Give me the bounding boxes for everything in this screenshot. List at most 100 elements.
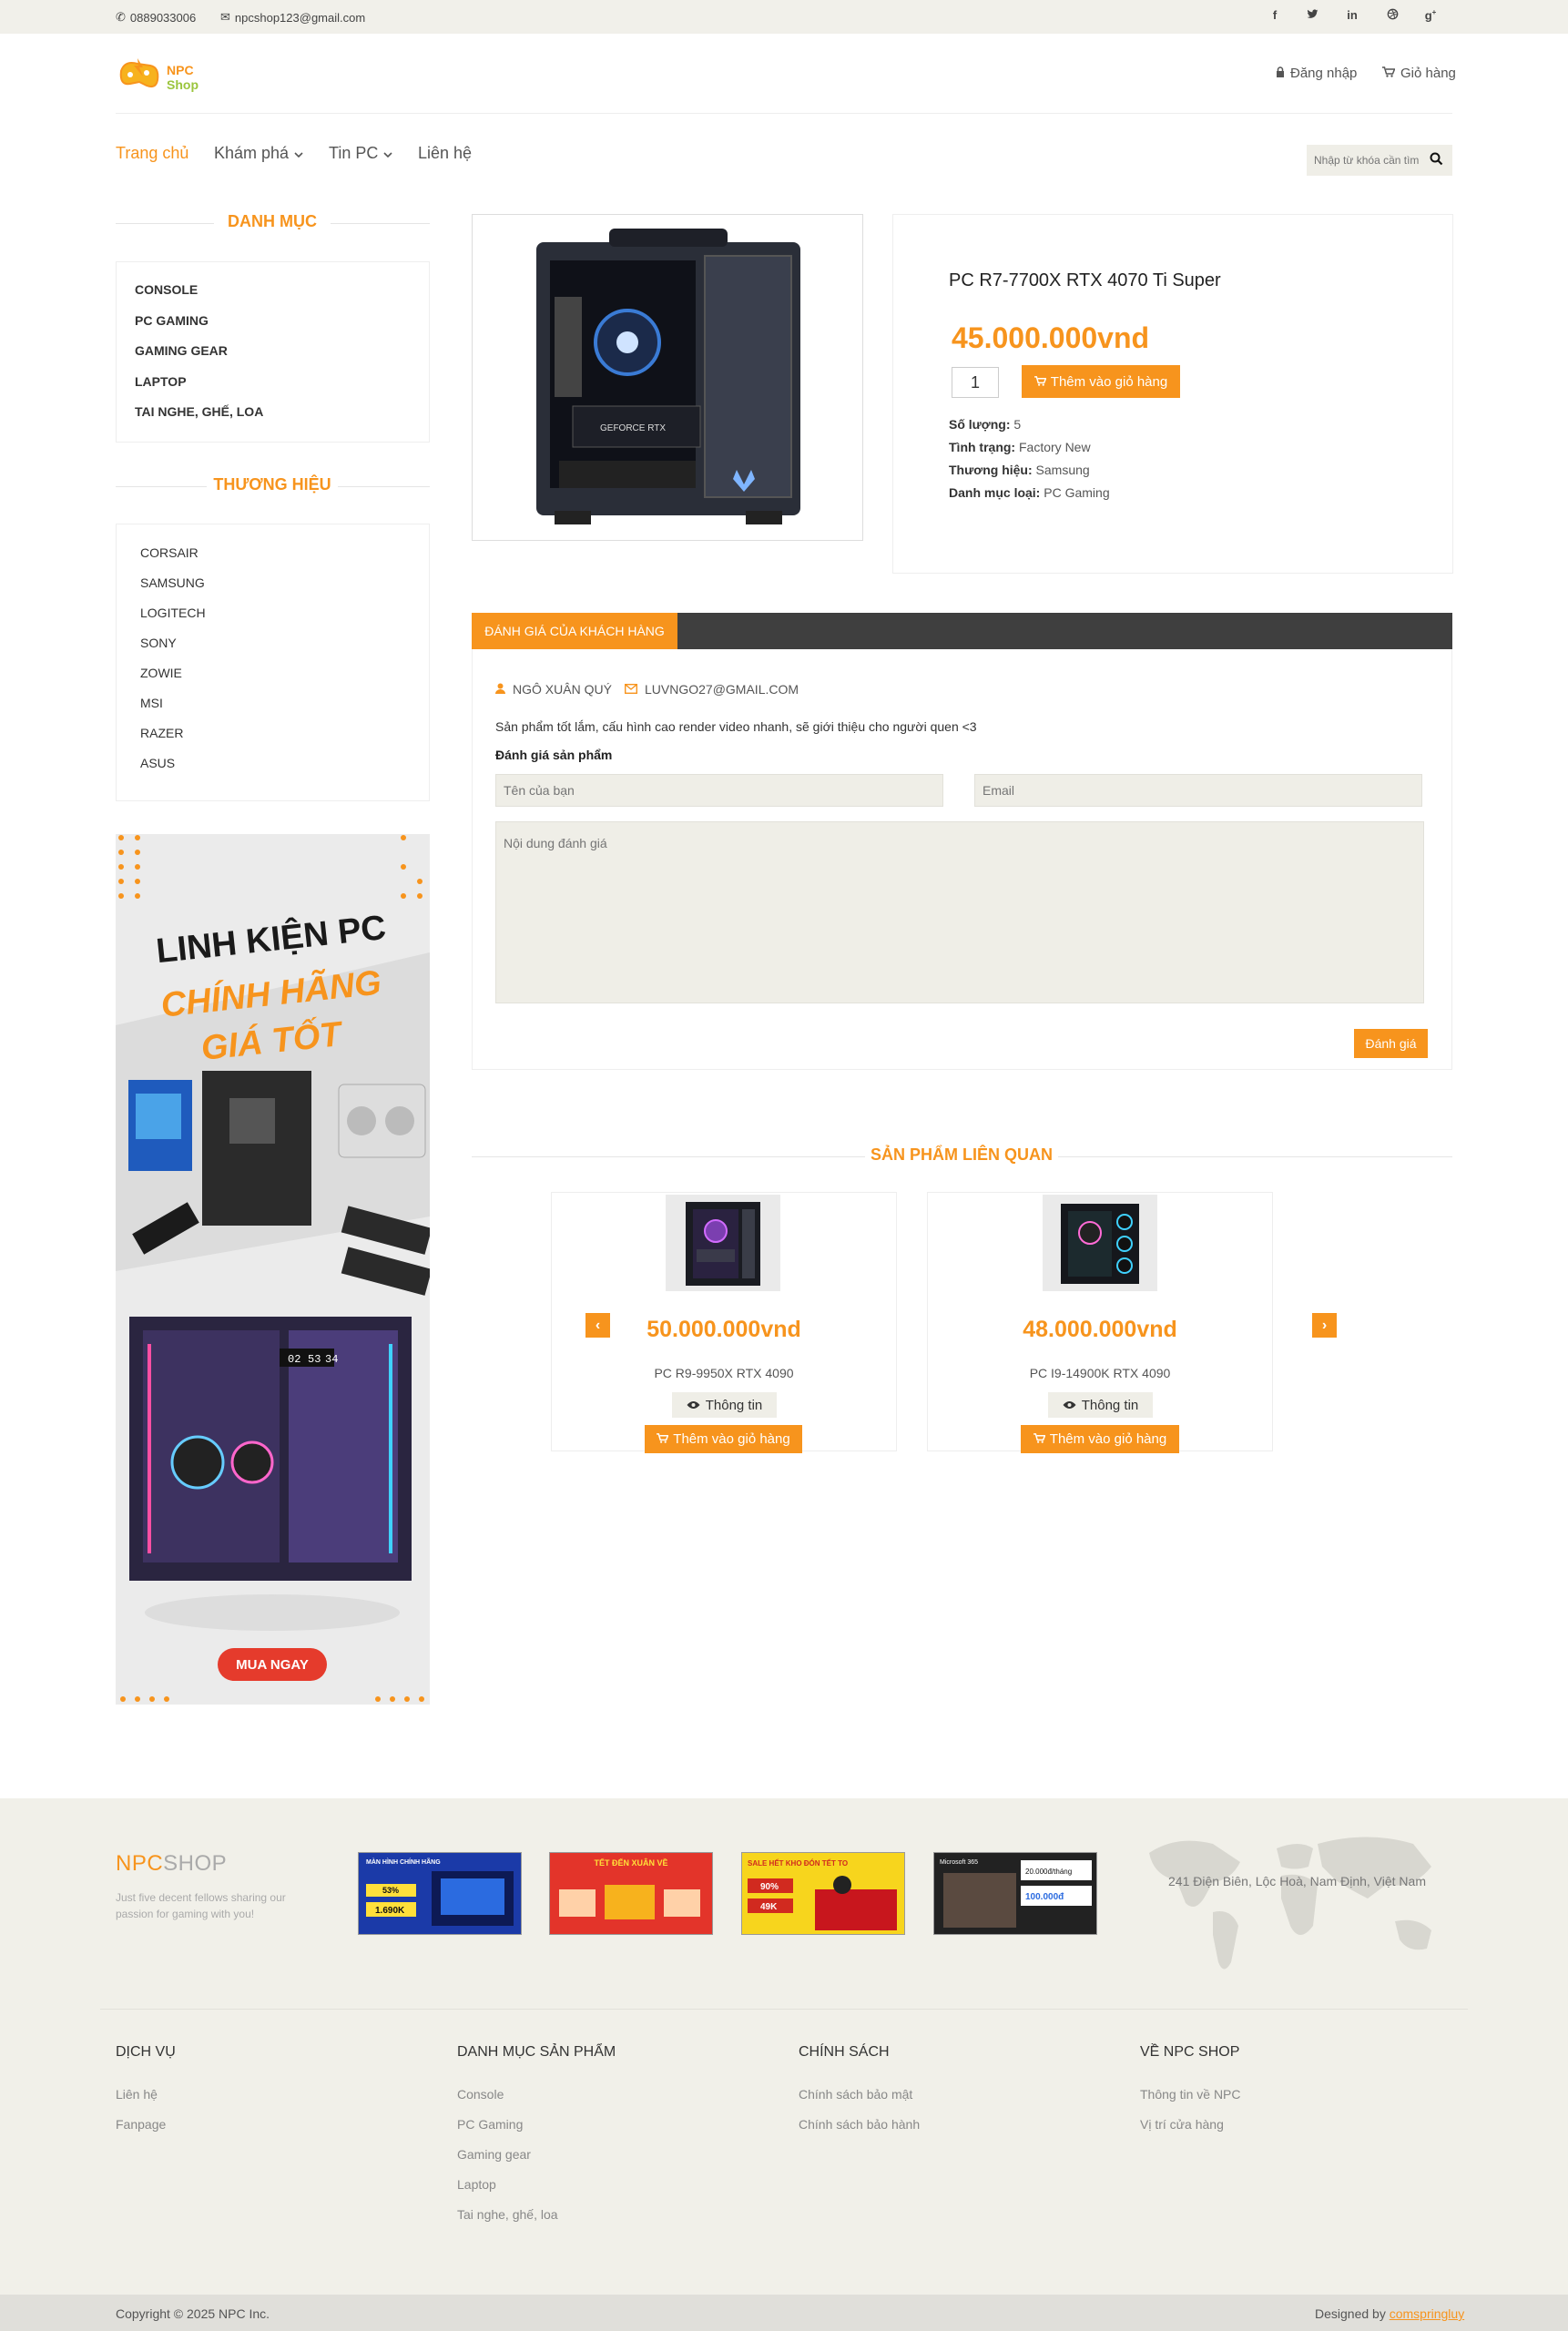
nav-home[interactable]: Trang chủ — [116, 144, 188, 163]
product-info-button[interactable]: Thông tin — [1048, 1392, 1153, 1418]
footer-link-privacy-policy[interactable]: Chính sách bảo mật — [799, 2087, 912, 2102]
brand-zowie[interactable]: ZOWIE — [140, 666, 182, 680]
promo-1-price: 1.690K — [375, 1906, 405, 1916]
nav-explore[interactable]: Khám phá — [214, 144, 303, 163]
review-content-textarea[interactable] — [495, 821, 1424, 1003]
product-image[interactable]: GEFORCE RTX — [472, 214, 863, 541]
brand-logitech[interactable]: LOGITECH — [140, 606, 206, 620]
footer-link-laptop[interactable]: Laptop — [457, 2177, 496, 2192]
spec-quantity-label: Số lượng: — [949, 417, 1011, 432]
eye-icon — [687, 1398, 700, 1413]
footer-link-contact[interactable]: Liên hệ — [116, 2087, 158, 2102]
category-gaming-gear[interactable]: GAMING GEAR — [135, 343, 228, 358]
spec-category: Danh mục loại: PC Gaming — [949, 485, 1110, 500]
related-product-image[interactable] — [1043, 1195, 1157, 1291]
nav-contact-label: Liên hệ — [418, 144, 473, 162]
footer-brand: NPCSHOP — [116, 1851, 227, 1877]
cart-icon — [1033, 374, 1047, 390]
google-plus-icon[interactable]: g+ — [1422, 8, 1439, 25]
footer-link-console[interactable]: Console — [457, 2087, 504, 2102]
chevron-right-icon: › — [1321, 1317, 1328, 1333]
footer-link-warranty-policy[interactable]: Chính sách bảo hành — [799, 2117, 920, 2132]
category-laptop[interactable]: LAPTOP — [135, 374, 187, 389]
footer-promo-thumbnail[interactable]: MÀN HÌNH CHÍNH HÃNG 53% 1.690K — [358, 1852, 522, 1935]
brand-asus[interactable]: ASUS — [140, 756, 175, 770]
category-pc-gaming[interactable]: PC GAMING — [135, 313, 209, 328]
lock-icon — [1276, 66, 1285, 81]
brand-msi[interactable]: MSI — [140, 696, 163, 710]
dribbble-icon[interactable] — [1384, 8, 1400, 25]
category-headphones-chairs-speakers[interactable]: TAI NGHE, GHẾ, LOA — [135, 404, 263, 419]
related-product-name[interactable]: PC R9-9950X RTX 4090 — [551, 1366, 897, 1380]
user-icon — [495, 682, 505, 697]
designer-link[interactable]: comspringluy — [1390, 2306, 1464, 2321]
footer-link-headphones[interactable]: Tai nghe, ghế, loa — [457, 2207, 558, 2222]
twitter-icon[interactable] — [1304, 8, 1320, 25]
category-console[interactable]: CONSOLE — [135, 282, 198, 297]
nav-pc-news-label: Tin PC — [329, 144, 379, 162]
review-email-input[interactable] — [974, 774, 1422, 807]
review-comment: Sản phẩm tốt lắm, cấu hình cao render vi… — [495, 719, 977, 734]
spec-condition-label: Tình trạng: — [949, 440, 1016, 454]
copyright: Copyright © 2025 NPC Inc. — [116, 2306, 270, 2321]
search-input[interactable] — [1314, 152, 1428, 168]
review-form-title: Đánh giá sản phẩm — [495, 748, 613, 762]
add-to-cart-button[interactable]: Thêm vào giỏ hàng — [1022, 365, 1180, 398]
product-info-button[interactable]: Thông tin — [672, 1392, 777, 1418]
divider — [1058, 1156, 1452, 1157]
login-link[interactable]: Đăng nhập — [1276, 66, 1357, 81]
footer-promo-thumbnail[interactable]: SALE HẾT KHO ĐÓN TẾT TO 90% 49K — [741, 1852, 905, 1935]
brand-razer[interactable]: RAZER — [140, 726, 183, 740]
banner-cta[interactable]: MUA NGAY — [236, 1657, 309, 1673]
email-contact[interactable]: ✉ npcshop123@gmail.com — [220, 10, 365, 25]
review-author: NGÔ XUÂN QUÝ — [495, 682, 612, 697]
related-product-name[interactable]: PC I9-14900K RTX 4090 — [927, 1366, 1273, 1380]
promo-banner[interactable]: LINH KIỆN PC CHÍNH HÃNG GIÁ TỐT 02 53 34… — [116, 834, 430, 1705]
related-title: SẢN PHẨM LIÊN QUAN — [870, 1145, 1053, 1164]
spec-condition: Tình trạng: Factory New — [949, 440, 1091, 454]
cart-icon — [1382, 66, 1396, 81]
quantity-input[interactable] — [952, 367, 999, 398]
footer-promo-thumbnail[interactable]: Microsoft 365 20.000đ/tháng 100.000đ — [933, 1852, 1097, 1935]
promo-4-price: 20.000đ/tháng — [1025, 1868, 1072, 1876]
linkedin-icon[interactable]: in — [1344, 8, 1360, 25]
cart-link[interactable]: Giỏ hàng — [1382, 66, 1456, 81]
promo-1-badge: 53% — [382, 1886, 399, 1895]
search-icon[interactable] — [1430, 152, 1443, 170]
add-to-cart-button[interactable]: Thêm vào giỏ hàng — [1021, 1425, 1179, 1453]
divider — [116, 223, 214, 224]
header-divider — [116, 113, 1452, 114]
related-product-image[interactable] — [666, 1195, 780, 1291]
brand-corsair[interactable]: CORSAIR — [140, 545, 199, 560]
footer-link-pc-gaming[interactable]: PC Gaming — [457, 2117, 523, 2132]
review-name-input[interactable] — [495, 774, 943, 807]
add-to-cart-button[interactable]: Thêm vào giỏ hàng — [645, 1425, 802, 1453]
footer-link-store-location[interactable]: Vị trí cửa hàng — [1140, 2117, 1224, 2132]
nav-contact[interactable]: Liên hệ — [418, 144, 472, 163]
brand-sony[interactable]: SONY — [140, 636, 177, 650]
promo-3-title: SALE HẾT KHO ĐÓN TẾT TO — [748, 1858, 848, 1868]
footer-link-gaming-gear[interactable]: Gaming gear — [457, 2147, 531, 2162]
submit-review-button[interactable]: Đánh giá — [1354, 1029, 1428, 1058]
phone-contact[interactable]: ✆ 0889033006 — [116, 10, 196, 25]
footer-column-title: VỀ NPC SHOP — [1140, 2044, 1240, 2060]
login-label: Đăng nhập — [1290, 66, 1358, 81]
product-price: 45.000.000vnd — [952, 321, 1150, 354]
brand-samsung[interactable]: SAMSUNG — [140, 575, 205, 590]
promo-3-badge: 90% — [760, 1882, 779, 1892]
nav-pc-news[interactable]: Tin PC — [329, 144, 392, 163]
carousel-next-button[interactable]: › — [1312, 1313, 1337, 1338]
designed-by-label: Designed by — [1315, 2306, 1386, 2321]
divider — [472, 1156, 865, 1157]
footer-link-fanpage[interactable]: Fanpage — [116, 2117, 166, 2132]
tab-customer-reviews[interactable]: ĐÁNH GIÁ CỦA KHÁCH HÀNG — [472, 613, 677, 649]
chevron-down-icon — [383, 144, 392, 163]
footer-promo-thumbnail[interactable]: TẾT ĐẾN XUÂN VỀ — [549, 1852, 713, 1935]
banner-timer-3: 34 — [325, 1353, 338, 1366]
cart-icon — [1033, 1431, 1046, 1447]
footer-link-about[interactable]: Thông tin về NPC — [1140, 2087, 1241, 2102]
npc-shop-logo[interactable]: NPC Shop — [116, 53, 207, 97]
facebook-icon[interactable]: f — [1267, 8, 1283, 25]
footer-column-title: DANH MỤC SẢN PHẨM — [457, 2044, 616, 2060]
spec-brand-label: Thương hiệu: — [949, 463, 1033, 477]
